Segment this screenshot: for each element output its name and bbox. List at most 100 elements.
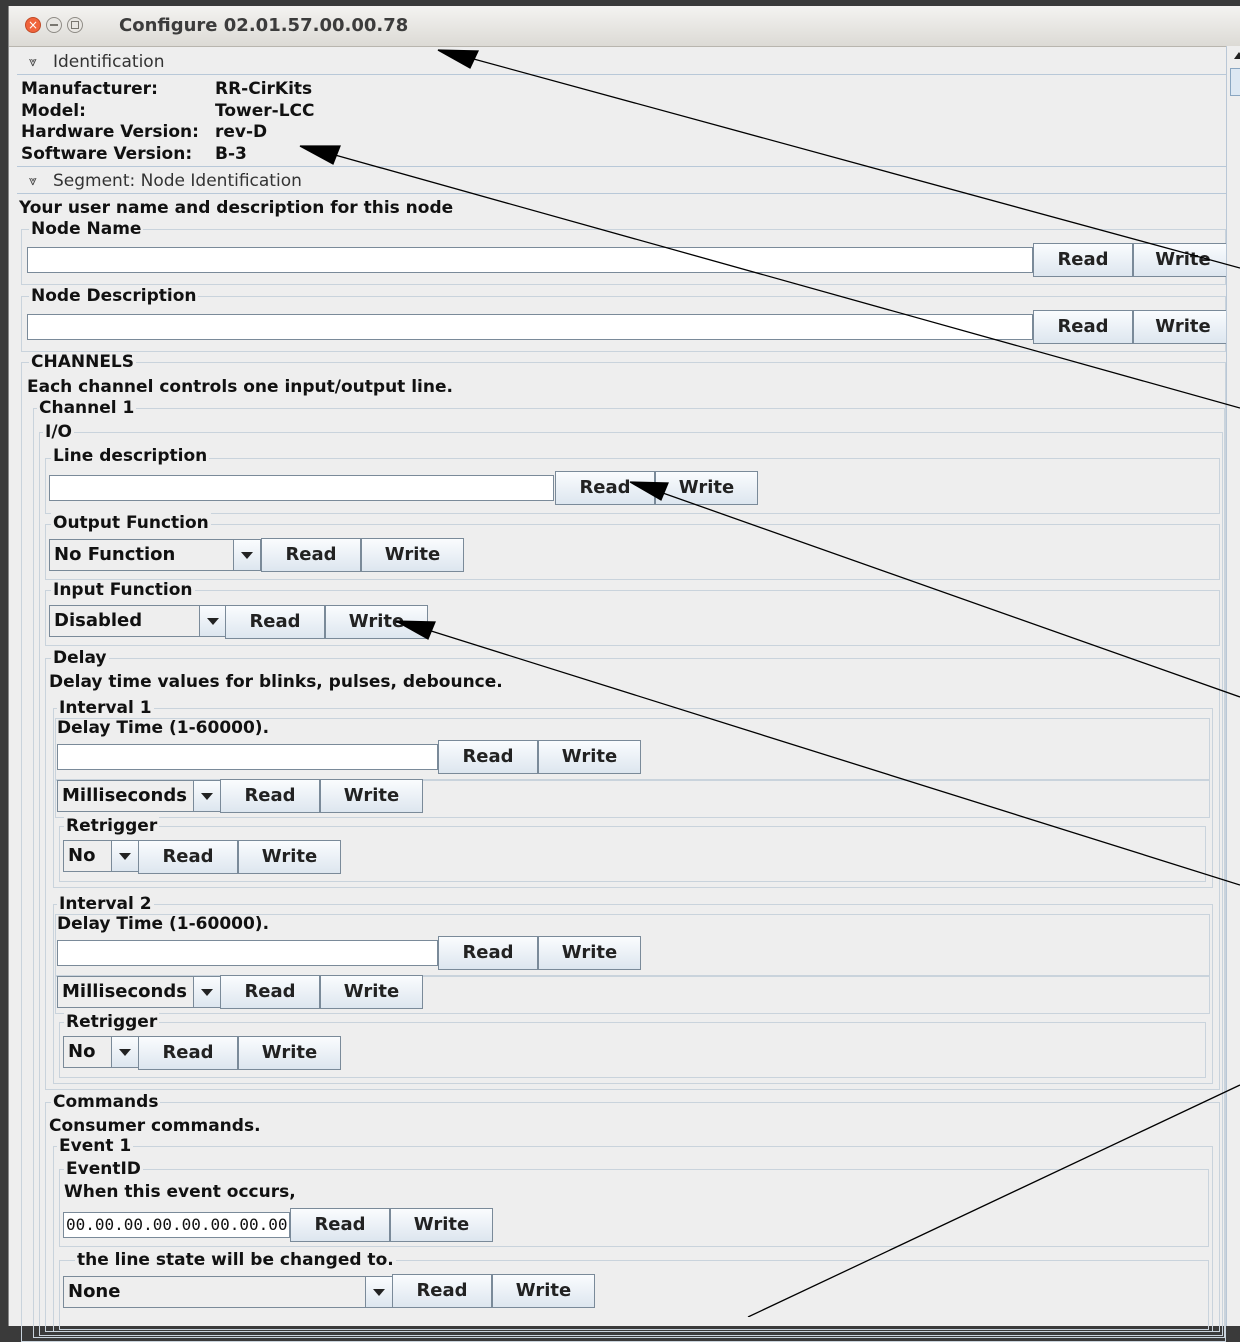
interval-2-time-input[interactable] [57,940,438,966]
interval-2-retrigger-label: Retrigger [64,1012,160,1032]
scroll-up-arrow-icon[interactable] [1234,52,1240,59]
line-state-label: the line state will be changed to. [75,1250,396,1270]
collapse-chevron-icon[interactable]: ⩔ [29,54,37,70]
manufacturer-value: RR-CirKits [215,79,313,99]
dropdown-arrow-icon[interactable] [199,606,226,636]
interval-2-time-read-button[interactable]: Read [438,936,538,970]
line-state-select[interactable]: None [63,1276,393,1308]
event-occurs-label: When this event occurs, [64,1182,296,1202]
line-state-read-button[interactable]: Read [392,1274,492,1308]
divider [17,74,1227,75]
event-id-read-button[interactable]: Read [290,1208,390,1242]
output-function-value: No Function [54,544,176,565]
interval-1-retrigger-label: Retrigger [64,816,160,836]
output-function-write-button[interactable]: Write [361,538,464,572]
node-name-input[interactable] [27,247,1033,273]
software-version-key: Software Version: [21,144,193,164]
segment-header[interactable]: Segment: Node Identification [53,171,302,191]
interval-2-unit-value: Milliseconds [62,981,187,1002]
channels-description: Each channel controls one input/output l… [27,377,453,397]
interval-1-retrigger-read-button[interactable]: Read [138,840,238,874]
io-label: I/O [43,422,74,442]
interval-1-time-read-button[interactable]: Read [438,740,538,774]
commands-label: Commands [51,1092,161,1112]
interval-1-time-input[interactable] [57,744,438,770]
dropdown-arrow-icon[interactable] [111,1037,138,1067]
delay-description: Delay time values for blinks, pulses, de… [49,672,503,692]
hardware-version-value: rev-D [215,122,268,142]
interval-2-unit-write-button[interactable]: Write [320,975,423,1009]
collapse-chevron-icon[interactable]: ⩔ [29,173,37,189]
node-name-write-button[interactable]: Write [1133,243,1233,277]
interval-1-time-label: Delay Time (1-60000). [57,718,270,738]
node-description-input[interactable] [27,314,1033,340]
divider [17,193,1227,194]
model-value: Tower-LCC [215,101,315,121]
segment-description: Your user name and description for this … [19,198,454,218]
interval-1-unit-write-button[interactable]: Write [320,779,423,813]
interval-1-time-write-button[interactable]: Write [538,740,641,774]
line-description-input[interactable] [49,475,554,501]
hardware-version-key: Hardware Version: [21,122,199,142]
config-window: × Configure 02.01.57.00.00.78 ⩔ Identifi… [8,6,1240,1342]
event-id-write-button[interactable]: Write [390,1208,493,1242]
interval-2-label: Interval 2 [57,894,154,914]
interval-2-retrigger-write-button[interactable]: Write [238,1036,341,1070]
interval-2-time-write-button[interactable]: Write [538,936,641,970]
interval-2-time-label: Delay Time (1-60000). [57,914,270,934]
interval-2-retrigger-select[interactable]: No [63,1036,139,1068]
line-description-write-button[interactable]: Write [655,471,758,505]
node-name-label: Node Name [29,219,144,239]
manufacturer-key: Manufacturer: [21,79,158,99]
maximize-window-button[interactable] [67,17,83,33]
interval-1-label: Interval 1 [57,698,154,718]
dropdown-arrow-icon[interactable] [193,977,220,1007]
title-bar: × Configure 02.01.57.00.00.78 [9,6,1240,47]
line-description-label: Line description [51,446,210,466]
input-function-label: Input Function [51,580,195,600]
dropdown-arrow-icon[interactable] [365,1277,392,1307]
node-description-write-button[interactable]: Write [1133,310,1233,344]
interval-2-unit-select[interactable]: Milliseconds [57,976,221,1008]
interval-2-unit-read-button[interactable]: Read [220,975,320,1009]
model-key: Model: [21,101,86,121]
scrollbar-thumb[interactable] [1230,68,1240,96]
input-function-select[interactable]: Disabled [49,605,227,637]
dropdown-arrow-icon[interactable] [193,781,220,811]
interval-1-retrigger-value: No [68,845,96,866]
channel-1-label: Channel 1 [37,398,137,418]
input-function-value: Disabled [54,610,143,631]
interval-1-retrigger-write-button[interactable]: Write [238,840,341,874]
close-window-button[interactable]: × [25,17,41,33]
node-description-read-button[interactable]: Read [1033,310,1133,344]
input-function-read-button[interactable]: Read [225,605,325,639]
minimize-window-button[interactable] [46,17,62,33]
dropdown-arrow-icon[interactable] [111,841,138,871]
output-function-read-button[interactable]: Read [261,538,361,572]
line-state-write-button[interactable]: Write [492,1274,595,1308]
interval-1-unit-value: Milliseconds [62,785,187,806]
divider [17,166,1227,167]
line-state-value: None [68,1281,121,1302]
channels-label: CHANNELS [29,352,137,372]
node-description-label: Node Description [29,286,199,306]
input-function-write-button[interactable]: Write [325,605,428,639]
commands-description: Consumer commands. [49,1116,261,1136]
event-1-label: Event 1 [57,1136,134,1156]
vertical-scrollbar[interactable] [1226,46,1240,1326]
line-description-read-button[interactable]: Read [555,471,655,505]
delay-label: Delay [51,648,109,668]
dropdown-arrow-icon[interactable] [233,540,260,570]
node-name-read-button[interactable]: Read [1033,243,1133,277]
interval-2-retrigger-value: No [68,1041,96,1062]
identification-header[interactable]: Identification [53,52,164,72]
interval-1-unit-select[interactable]: Milliseconds [57,780,221,812]
window-title: Configure 02.01.57.00.00.78 [119,15,409,36]
event-id-input[interactable]: 00.00.00.00.00.00.00.00 [63,1212,290,1238]
output-function-select[interactable]: No Function [49,539,261,571]
output-function-label: Output Function [51,513,211,533]
eventid-label: EventID [64,1159,143,1179]
interval-1-retrigger-select[interactable]: No [63,840,139,872]
interval-2-retrigger-read-button[interactable]: Read [138,1036,238,1070]
interval-1-unit-read-button[interactable]: Read [220,779,320,813]
